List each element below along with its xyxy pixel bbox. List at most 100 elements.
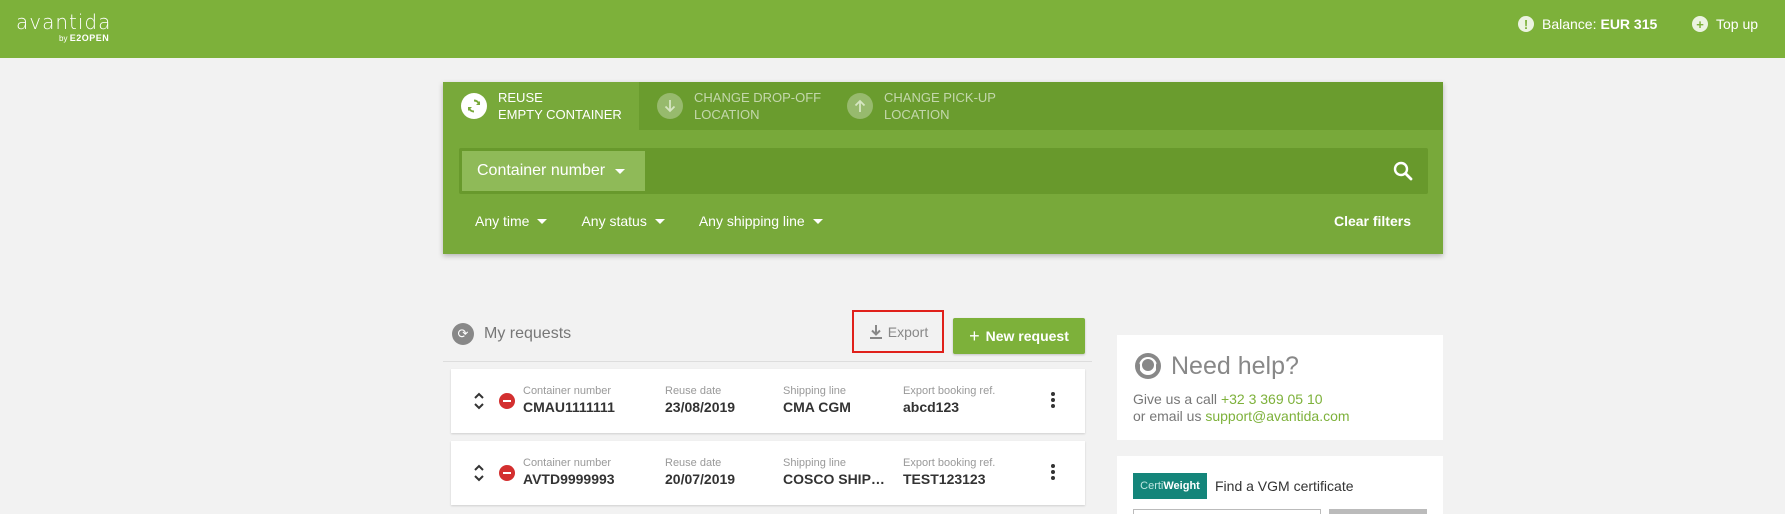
help-call-prefix: Give us a call	[1133, 391, 1218, 407]
certiweight-text: Find a VGM certificate	[1215, 478, 1354, 494]
search-icon[interactable]	[1392, 160, 1414, 182]
divider	[443, 361, 1092, 362]
more-vertical-icon[interactable]	[1050, 464, 1056, 482]
tab-label: CHANGE DROP-OFF LOCATION	[694, 89, 821, 123]
chevron-down-icon	[537, 218, 548, 224]
my-requests-title: My requests	[484, 325, 572, 342]
plus-icon: +	[969, 325, 980, 346]
new-request-label: New request	[985, 328, 1069, 344]
top-bar: avantida by E2OPEN ! Balance: EUR 315 + …	[0, 0, 1785, 58]
refresh-icon	[461, 93, 487, 119]
table-row[interactable]: Container number CMAU1111111 Reuse date …	[451, 369, 1085, 433]
status-filter[interactable]: Any status	[581, 213, 665, 229]
column-label: Reuse date	[665, 457, 722, 469]
chevron-down-icon	[615, 168, 626, 174]
logo-by: by	[59, 34, 68, 43]
tab-label-line2: EMPTY CONTAINER	[498, 107, 622, 122]
column-label: Container number	[523, 385, 612, 397]
arrow-down-icon	[657, 93, 683, 119]
clear-filters-button[interactable]: Clear filters	[1334, 213, 1411, 229]
help-email-prefix: or email us	[1133, 408, 1202, 424]
reuse-date-cell: Reuse date 23/08/2019	[665, 385, 735, 416]
chevron-down-icon	[654, 218, 665, 224]
chevron-down-icon	[812, 218, 823, 224]
avantida-logo[interactable]: avantida by E2OPEN	[16, 10, 112, 43]
column-label: Shipping line	[783, 385, 846, 397]
plus-circle-icon: +	[1692, 16, 1708, 32]
status-filter-label: Any status	[581, 213, 647, 229]
arrow-up-icon	[847, 93, 873, 119]
status-rejected-icon	[499, 393, 515, 409]
info-icon: !	[1518, 16, 1534, 32]
column-label: Shipping line	[783, 457, 846, 469]
reuse-date-value: 23/08/2019	[665, 399, 736, 415]
request-type-tabs: REUSE EMPTY CONTAINER CHANGE DROP-OFF LOCA…	[443, 82, 1443, 130]
shipping-line-filter-label: Any shipping line	[698, 213, 805, 229]
search-field-dropdown[interactable]: Container number	[462, 151, 645, 191]
reuse-date-cell: Reuse date 20/07/2019	[665, 457, 735, 488]
help-title-text: Need help?	[1171, 351, 1299, 380]
top-up-label: Top up	[1716, 16, 1759, 32]
booking-ref-cell: Export booking ref. abcd123	[903, 385, 995, 416]
search-bar[interactable]: Container number	[459, 148, 1428, 194]
tab-label: CHANGE PICK-UP LOCATION	[884, 89, 996, 123]
logo-subtitle: by E2OPEN	[59, 33, 109, 43]
container-number-cell: Container number AVTD9999993	[523, 457, 615, 488]
booking-ref-cell: Export booking ref. TEST123123	[903, 457, 995, 488]
help-card: Need help? Give us a call +32 3 369 05 1…	[1117, 335, 1443, 440]
table-row[interactable]: Container number AVTD9999993 Reuse date …	[451, 441, 1085, 505]
time-filter[interactable]: Any time	[475, 213, 548, 229]
logo-e2open: E2OPEN	[69, 33, 110, 43]
container-number-cell: Container number CMAU1111111	[523, 385, 615, 416]
tab-label-line1: CHANGE PICK-UP	[884, 90, 996, 105]
top-up-link[interactable]: + Top up	[1692, 16, 1758, 32]
column-label: Export booking ref.	[903, 385, 996, 397]
vgm-search-button[interactable]	[1329, 509, 1427, 514]
status-rejected-icon	[499, 465, 515, 481]
help-call-line: Give us a call +32 3 369 05 10	[1133, 391, 1323, 407]
export-label: Export	[887, 323, 929, 340]
container-number-value: AVTD9999993	[523, 471, 615, 487]
support-agent-icon	[1135, 353, 1161, 379]
shipping-line-value: CMA CGM	[783, 399, 851, 415]
logo-wordmark: avantida	[16, 10, 112, 34]
reuse-date-value: 20/07/2019	[665, 471, 736, 487]
tab-label-line2: LOCATION	[884, 107, 950, 122]
shipping-line-filter[interactable]: Any shipping line	[699, 213, 823, 229]
balance-label: Balance:	[1542, 16, 1597, 32]
search-panel: REUSE EMPTY CONTAINER CHANGE DROP-OFF LOCA…	[443, 82, 1443, 254]
tab-label-line2: LOCATION	[694, 107, 760, 122]
tab-label: REUSE EMPTY CONTAINER	[498, 89, 622, 123]
tab-label-line1: CHANGE DROP-OFF	[694, 90, 822, 105]
filter-bar: Any time Any status Any shipping line	[475, 213, 857, 229]
balance-value: EUR 315	[1600, 16, 1658, 32]
balance: ! Balance: EUR 315	[1518, 16, 1657, 32]
certiweight-card: Certi Weight Find a VGM certificate	[1117, 456, 1443, 514]
booking-ref-value: TEST123123	[903, 471, 986, 487]
help-phone-link[interactable]: +32 3 369 05 10	[1221, 391, 1323, 407]
more-vertical-icon[interactable]	[1050, 392, 1056, 410]
help-title: Need help?	[1133, 351, 1299, 381]
vgm-search-input[interactable]	[1133, 509, 1321, 514]
column-label: Reuse date	[665, 385, 722, 397]
certiweight-logo: Certi Weight	[1133, 473, 1207, 499]
shipping-line-value: COSCO SHIPPI…	[783, 471, 893, 487]
time-filter-label: Any time	[475, 213, 530, 229]
help-email-line: or email us support@avantida.com	[1133, 408, 1350, 424]
download-icon	[869, 324, 882, 339]
column-label: Container number	[523, 457, 612, 469]
certiweight-logo-bold: Weight	[1163, 480, 1200, 492]
new-request-button[interactable]: + New request	[953, 318, 1085, 354]
search-field-label: Container number	[477, 162, 606, 179]
tab-change-pick-up-location[interactable]: CHANGE PICK-UP LOCATION	[829, 82, 1029, 130]
column-label: Export booking ref.	[903, 457, 996, 469]
help-email-link[interactable]: support@avantida.com	[1205, 408, 1349, 424]
expand-collapse-icon[interactable]	[473, 391, 485, 411]
expand-collapse-icon[interactable]	[473, 463, 485, 483]
export-button[interactable]: Export	[852, 310, 944, 353]
shipping-line-cell: Shipping line COSCO SHIPPI…	[783, 457, 893, 488]
booking-ref-value: abcd123	[903, 399, 960, 415]
my-requests-header: ⟳ My requests	[452, 323, 571, 345]
tab-change-drop-off-location[interactable]: CHANGE DROP-OFF LOCATION	[639, 82, 829, 130]
tab-reuse-empty-container[interactable]: REUSE EMPTY CONTAINER	[443, 82, 639, 130]
